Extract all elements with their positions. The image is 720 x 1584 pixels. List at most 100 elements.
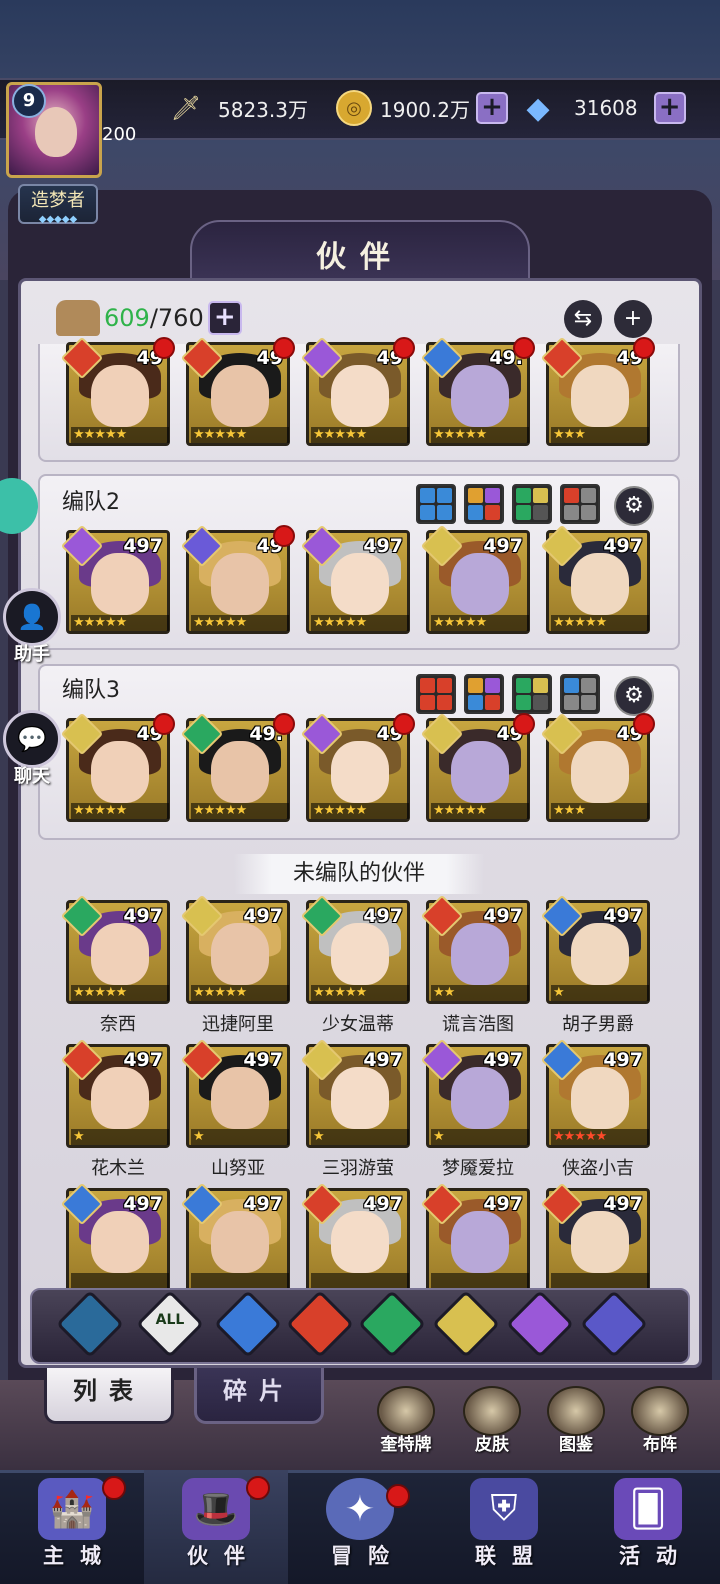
hero-card[interactable]: 49 ★★★ <box>540 336 655 446</box>
hero-card[interactable]: 497 <box>60 1182 170 1292</box>
hero-stars: ★ <box>191 1129 289 1145</box>
team-2-settings-icon[interactable]: ⚙ <box>614 486 654 526</box>
hero-card[interactable]: 497 ★★★★★ <box>60 524 170 634</box>
tarot-button[interactable]: 奎特牌 <box>370 1386 442 1455</box>
hero-card[interactable]: 497 ★★★★★ <box>540 1038 650 1148</box>
codex-label: 图鉴 <box>559 1435 593 1455</box>
hero-card[interactable]: 497 ★★★★★ <box>180 894 290 1004</box>
notification-dot <box>153 337 175 359</box>
hero-card[interactable]: 49. ★★★★★ <box>420 336 535 446</box>
hero-card[interactable]: 497 ★ <box>540 894 650 1004</box>
swap-button[interactable]: ⇆ <box>564 300 602 338</box>
nav-events[interactable]: 🂠 活动 <box>576 1470 720 1584</box>
tab-list[interactable]: 列表 <box>44 1368 174 1424</box>
hero-name: 山努亚 <box>211 1158 265 1179</box>
hero-card[interactable]: 497 ★ <box>60 1038 170 1148</box>
hero-stars: ★★★★★ <box>311 427 409 443</box>
hero-card[interactable]: 497 ★★ <box>420 894 530 1004</box>
hero-card[interactable]: 49 ★★★★★ <box>60 712 175 822</box>
hero-stars: ★ <box>71 1129 169 1145</box>
team-3-formations <box>416 674 600 714</box>
hero-card[interactable]: 49 ★★★★★ <box>180 524 295 634</box>
hero-card[interactable]: 497 ★★★★★ <box>420 524 530 634</box>
notification-dot <box>513 713 535 735</box>
hero-card[interactable]: 497 ★★★★★ <box>540 524 650 634</box>
hero-portrait <box>571 1067 629 1129</box>
nav-main-city[interactable]: 🏰 主城 <box>0 1470 144 1584</box>
tab-shards[interactable]: 碎片 <box>194 1368 324 1424</box>
nav-partners[interactable]: 🎩 伙伴 <box>144 1470 288 1584</box>
hero-level: 497 <box>123 1049 163 1071</box>
hero-stars: ★★★★★ <box>311 803 409 819</box>
hero-level: 497 <box>243 1049 283 1071</box>
hero-card[interactable]: 49 ★★★★★ <box>300 712 415 822</box>
hero-stars <box>551 1273 649 1289</box>
formation-icon[interactable] <box>464 484 504 524</box>
hero-card[interactable]: 49 ★★★ <box>540 712 655 822</box>
hero-card[interactable]: 497 ★ <box>420 1038 530 1148</box>
hero-card[interactable]: 497 <box>300 1182 410 1292</box>
hero-card[interactable]: 497 ★★★★★ <box>60 894 170 1004</box>
gem-resource: ◆ 31608 + <box>520 88 686 128</box>
castle-icon: 🏰 <box>38 1478 106 1540</box>
power-value: 5823.3万 <box>218 97 308 122</box>
helper-label: 助手 <box>14 644 50 665</box>
nav-adventure-label: 冒险 <box>331 1544 405 1568</box>
tarot-card-icon <box>377 1386 435 1436</box>
hero-stars: ★★★★★ <box>431 803 529 819</box>
hero-stars: ★★★★★ <box>191 803 289 819</box>
hero-card[interactable]: 49. ★★★★★ <box>180 712 295 822</box>
hero-level: 497 <box>603 1049 643 1071</box>
chat-button[interactable]: 💬 聊天 <box>0 710 64 788</box>
hero-name: 侠盗小吉 <box>562 1158 634 1179</box>
codex-button[interactable]: 图鉴 <box>540 1386 612 1455</box>
filter-all-label: ALL <box>155 1312 185 1328</box>
formation-button[interactable]: 布阵 <box>624 1386 696 1455</box>
team-3-settings-icon[interactable]: ⚙ <box>614 676 654 716</box>
formation-icon[interactable] <box>560 674 600 714</box>
hero-card[interactable]: 49 ★★★★★ <box>300 336 415 446</box>
hero-name: 谎言浩图 <box>442 1014 514 1035</box>
formation-icon[interactable] <box>416 484 456 524</box>
nav-adventure-dot <box>386 1484 410 1508</box>
panel-title: 伙伴 <box>316 240 404 275</box>
hero-card[interactable]: 49 ★★★★★ <box>60 336 175 446</box>
hero-level: 497 <box>123 1193 163 1215</box>
skins-button[interactable]: 皮肤 <box>456 1386 528 1455</box>
hero-card[interactable]: 497 ★★★★★ <box>300 524 410 634</box>
hero-card[interactable]: 497 ★ <box>300 1038 410 1148</box>
nav-partners-dot <box>246 1476 270 1500</box>
hero-name: 梦魇爱拉 <box>442 1158 514 1179</box>
formation-icon[interactable] <box>464 674 504 714</box>
hero-card[interactable]: 497 <box>180 1182 290 1292</box>
formation-icon[interactable] <box>560 484 600 524</box>
hero-card[interactable]: 497 ★★★★★ <box>300 894 410 1004</box>
hero-card[interactable]: 497 ★ <box>180 1038 290 1148</box>
formation-icon[interactable] <box>416 674 456 714</box>
notification-dot <box>633 337 655 359</box>
hero-stars: ★★★★★ <box>191 985 289 1001</box>
hero-portrait <box>451 923 509 985</box>
helper-button[interactable]: 👤 助手 <box>0 588 64 666</box>
add-gold-button[interactable]: + <box>475 92 508 124</box>
hero-card[interactable]: 497 <box>540 1182 650 1292</box>
hero-card[interactable]: 497 <box>420 1182 530 1292</box>
hero-name: 三羽游萤 <box>322 1158 394 1179</box>
hero-level: 497 <box>483 905 523 927</box>
hero-card[interactable]: 49 ★★★★★ <box>180 336 295 446</box>
hero-card[interactable]: 49 ★★★★★ <box>420 712 535 822</box>
hero-portrait <box>331 923 389 985</box>
notification-dot <box>633 713 655 735</box>
expand-capacity-button[interactable]: + <box>207 301 242 335</box>
add-team-button[interactable]: + <box>614 300 652 338</box>
hero-stars: ★★★★★ <box>311 615 409 631</box>
nav-adventure[interactable]: ✦ 冒险 <box>288 1470 432 1584</box>
formation-icon[interactable] <box>512 674 552 714</box>
player-vip-value: 200 <box>102 124 137 145</box>
team-2-label: 编队2 <box>62 490 120 515</box>
formation-icon[interactable] <box>512 484 552 524</box>
compass-icon: ✦ <box>326 1478 394 1540</box>
add-gem-button[interactable]: + <box>653 92 686 124</box>
nav-alliance[interactable]: ⛨ 联盟 <box>432 1470 576 1584</box>
hero-portrait <box>331 553 389 615</box>
